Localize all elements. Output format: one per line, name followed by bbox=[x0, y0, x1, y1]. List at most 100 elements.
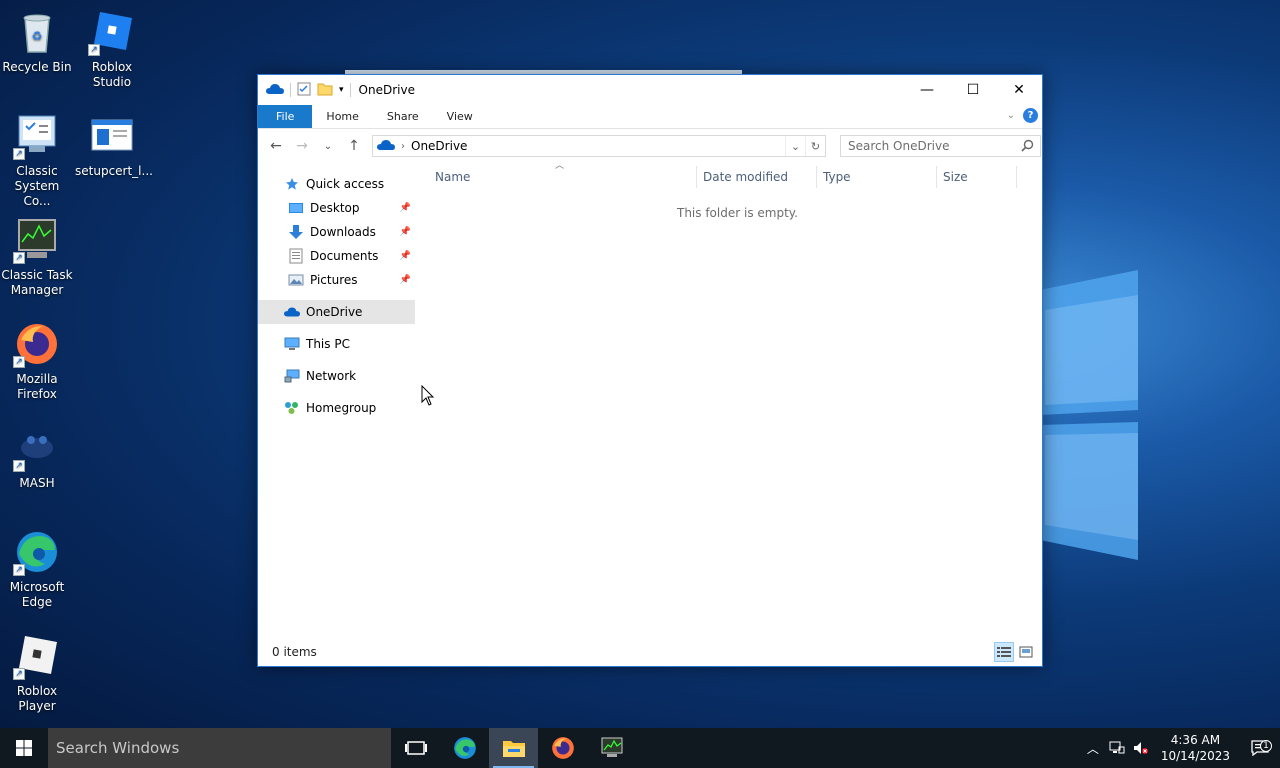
address-bar[interactable]: › OneDrive ⌄ ↻ bbox=[372, 135, 826, 157]
action-center-icon[interactable]: 1 bbox=[1240, 740, 1280, 756]
shortcut-arrow-icon: ↗ bbox=[13, 564, 25, 576]
breadcrumb-onedrive[interactable]: OneDrive bbox=[411, 139, 467, 153]
control-panel-icon: ↗ bbox=[13, 112, 61, 160]
navigation-pane: Quick access Desktop 📌 Downloads 📌 Docum… bbox=[258, 164, 415, 638]
file-list[interactable]: Name Date modified Type Size ︿ This fold… bbox=[415, 161, 1042, 638]
maximize-button[interactable]: ☐ bbox=[950, 75, 996, 105]
properties-icon[interactable] bbox=[297, 82, 311, 99]
forward-button[interactable]: → bbox=[290, 134, 314, 158]
windows-start-icon bbox=[16, 740, 32, 756]
help-icon[interactable]: ? bbox=[1023, 108, 1038, 123]
network-icon bbox=[284, 368, 300, 384]
pin-icon[interactable]: 📌 bbox=[400, 251, 411, 261]
recent-locations-dropdown[interactable]: ⌄ bbox=[316, 134, 340, 158]
tab-view[interactable]: View bbox=[433, 105, 487, 128]
desktop-icon-classic-system-control[interactable]: ↗ Classic System Co... bbox=[0, 112, 74, 209]
details-view-icon[interactable] bbox=[994, 642, 1014, 662]
clock-date: 10/14/2023 bbox=[1160, 749, 1230, 763]
title-bar[interactable]: ▾ OneDrive — ☐ ✕ bbox=[258, 75, 1042, 105]
task-manager-icon: ↗ bbox=[13, 216, 61, 264]
minimize-button[interactable]: — bbox=[904, 75, 950, 105]
desktop-folder-icon bbox=[288, 200, 304, 216]
new-folder-icon[interactable] bbox=[317, 82, 333, 99]
onedrive-icon bbox=[266, 83, 284, 98]
column-size[interactable]: Size bbox=[937, 166, 1017, 188]
taskbar-file-explorer[interactable] bbox=[489, 728, 538, 768]
nav-item-downloads[interactable]: Downloads 📌 bbox=[258, 220, 415, 244]
pin-icon[interactable]: 📌 bbox=[400, 203, 411, 213]
quick-access-toolbar: ▾ bbox=[258, 82, 351, 99]
roblox-studio-icon: ↗ bbox=[88, 8, 136, 56]
file-explorer-icon bbox=[502, 741, 525, 757]
system-tray: ︿ 4:36 AM 10/14/2023 1 bbox=[1081, 728, 1280, 768]
breadcrumb-separator-icon[interactable]: › bbox=[401, 141, 405, 152]
desktop-icon-microsoft-edge[interactable]: ↗ Microsoft Edge bbox=[0, 528, 74, 610]
task-view-button[interactable] bbox=[391, 728, 440, 768]
address-history-dropdown-icon[interactable]: ⌄ bbox=[785, 136, 805, 156]
task-view-icon bbox=[404, 741, 427, 755]
pin-icon[interactable]: 📌 bbox=[400, 275, 411, 285]
nav-item-network[interactable]: Network bbox=[258, 364, 415, 388]
setup-file-icon bbox=[88, 112, 136, 160]
start-button[interactable] bbox=[0, 728, 48, 768]
column-headers: Name Date modified Type Size ︿ bbox=[415, 161, 1042, 190]
volume-muted-icon[interactable] bbox=[1129, 741, 1153, 755]
window-controls: — ☐ ✕ bbox=[904, 75, 1042, 105]
clock[interactable]: 4:36 AM 10/14/2023 bbox=[1161, 732, 1230, 764]
search-icon[interactable] bbox=[1021, 139, 1034, 155]
customize-toolbar-dropdown-icon[interactable]: ▾ bbox=[339, 85, 344, 95]
explorer-body: Quick access Desktop 📌 Downloads 📌 Docum… bbox=[258, 161, 1042, 638]
search-input[interactable]: Search OneDrive bbox=[840, 135, 1041, 157]
taskbar-search-input[interactable]: Search Windows bbox=[48, 728, 391, 768]
item-count: 0 items bbox=[272, 645, 317, 659]
empty-folder-message: This folder is empty. bbox=[677, 206, 798, 220]
taskbar: Search Windows ︿ 4:36 AM 10/14/2023 1 bbox=[0, 728, 1280, 768]
column-date-modified[interactable]: Date modified bbox=[697, 166, 817, 188]
desktop-icon-classic-task-manager[interactable]: ↗ Classic Task Manager bbox=[0, 216, 74, 298]
tab-home[interactable]: Home bbox=[312, 105, 372, 128]
desktop-icon-roblox-studio[interactable]: ↗ Roblox Studio bbox=[75, 8, 149, 90]
shortcut-arrow-icon: ↗ bbox=[13, 148, 25, 160]
windows-logo-wallpaper bbox=[1040, 270, 1138, 560]
nav-item-this-pc[interactable]: This PC bbox=[258, 332, 415, 356]
ribbon-tabs: File Home Share View ⌄ ? bbox=[258, 105, 1042, 129]
taskbar-task-manager[interactable] bbox=[587, 728, 636, 768]
notification-count-badge: 1 bbox=[1260, 740, 1272, 752]
shortcut-arrow-icon: ↗ bbox=[13, 460, 25, 472]
toolbar-separator bbox=[290, 83, 291, 97]
network-tray-icon[interactable] bbox=[1105, 741, 1129, 755]
taskbar-firefox[interactable] bbox=[538, 728, 587, 768]
desktop-icon-mash[interactable]: ↗ MASH bbox=[0, 424, 74, 491]
nav-item-onedrive[interactable]: OneDrive bbox=[258, 300, 415, 324]
refresh-icon[interactable]: ↻ bbox=[805, 136, 825, 156]
shortcut-arrow-icon: ↗ bbox=[13, 356, 25, 368]
recycle-bin-icon: ♻ bbox=[13, 8, 61, 56]
clock-time: 4:36 AM bbox=[1170, 733, 1221, 747]
desktop-icon-setupcert[interactable]: setupcert_l... bbox=[75, 112, 153, 179]
shortcut-arrow-icon: ↗ bbox=[88, 44, 100, 56]
pin-icon[interactable]: 📌 bbox=[400, 227, 411, 237]
address-bar-buttons: ⌄ ↻ bbox=[785, 136, 825, 156]
close-button[interactable]: ✕ bbox=[996, 75, 1042, 105]
documents-icon bbox=[288, 248, 304, 264]
large-icons-view-icon[interactable] bbox=[1016, 642, 1036, 662]
nav-item-pictures[interactable]: Pictures 📌 bbox=[258, 268, 415, 292]
nav-item-documents[interactable]: Documents 📌 bbox=[258, 244, 415, 268]
expand-ribbon-chevron-icon[interactable]: ⌄ bbox=[1007, 110, 1015, 121]
tab-share[interactable]: Share bbox=[373, 105, 433, 128]
desktop-icon-roblox-player[interactable]: ↗ Roblox Player bbox=[0, 632, 74, 714]
nav-item-quick-access[interactable]: Quick access bbox=[258, 172, 415, 196]
taskbar-edge[interactable] bbox=[440, 728, 489, 768]
file-explorer-window[interactable]: ▾ OneDrive — ☐ ✕ File Home Share View ⌄ … bbox=[257, 74, 1043, 667]
nav-item-homegroup[interactable]: Homegroup bbox=[258, 396, 415, 420]
back-button[interactable]: ← bbox=[264, 134, 288, 158]
shortcut-arrow-icon: ↗ bbox=[13, 668, 25, 680]
show-hidden-icons-chevron[interactable]: ︿ bbox=[1081, 740, 1105, 757]
desktop-icon-mozilla-firefox[interactable]: ↗ Mozilla Firefox bbox=[0, 320, 74, 402]
tab-file[interactable]: File bbox=[258, 105, 313, 128]
edge-icon bbox=[453, 737, 476, 759]
nav-item-desktop[interactable]: Desktop 📌 bbox=[258, 196, 415, 220]
desktop-icon-recycle-bin[interactable]: ♻ Recycle Bin bbox=[0, 8, 74, 75]
up-button[interactable]: ↑ bbox=[342, 134, 366, 158]
column-type[interactable]: Type bbox=[817, 166, 937, 188]
